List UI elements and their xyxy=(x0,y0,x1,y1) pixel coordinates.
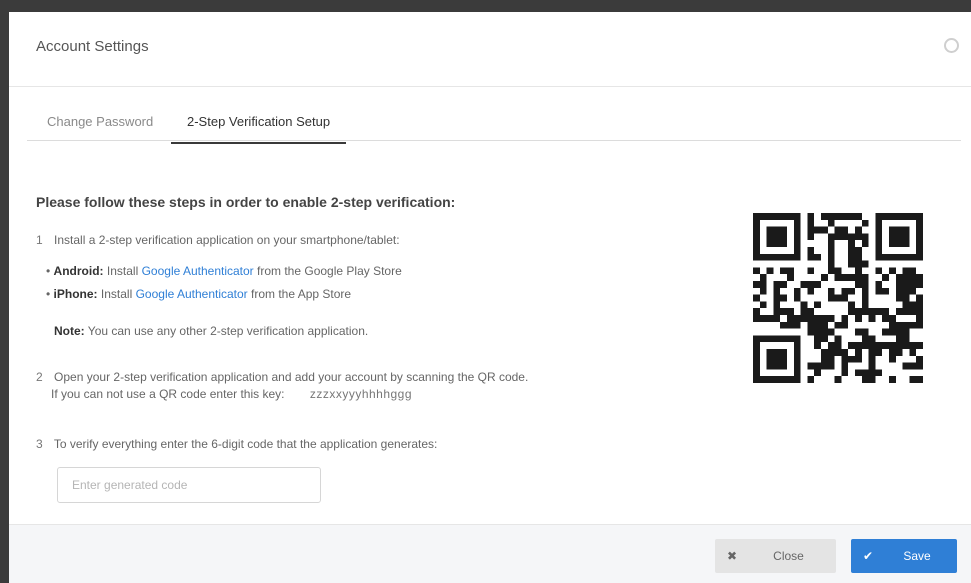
dialog-title: Account Settings xyxy=(36,38,149,55)
background-strip-left xyxy=(0,0,9,582)
close-circle-icon[interactable] xyxy=(944,38,959,53)
step-2: 2 Open your 2-step verification applicat… xyxy=(36,369,528,403)
step-1-text: Install a 2-step verification applicatio… xyxy=(54,233,400,247)
tab-change-password[interactable]: Change Password xyxy=(47,114,153,143)
step-2-number: 2 xyxy=(36,370,43,384)
step-1: 1 Install a 2-step verification applicat… xyxy=(36,233,400,247)
platform-label: Android: xyxy=(53,264,104,278)
account-settings-dialog: Account Settings Change Password 2-Step … xyxy=(9,12,971,583)
dialog-footer: ✖ Close ✔ Save xyxy=(9,524,971,583)
verification-content: Please follow these steps in order to en… xyxy=(36,194,716,514)
dialog-header: Account Settings xyxy=(9,12,971,87)
close-button-label: Close xyxy=(773,549,804,563)
app-list: • Android: Install Google Authenticator … xyxy=(46,264,402,310)
step-3-number: 3 xyxy=(36,437,43,451)
list-item: • Android: Install Google Authenticator … xyxy=(46,264,402,278)
x-icon: ✖ xyxy=(726,549,738,563)
save-button-label: Save xyxy=(903,549,931,563)
note-text: Note: You can use any other 2-step verif… xyxy=(54,324,369,338)
tab-2-step-verification-setup[interactable]: 2-Step Verification Setup xyxy=(171,114,347,144)
settings-tabs: Change Password 2-Step Verification Setu… xyxy=(27,106,961,144)
step-3-text: To verify everything enter the 6-digit c… xyxy=(53,437,438,451)
step-2-key-label: If you can not use a QR code enter this … xyxy=(51,387,285,401)
step-1-number: 1 xyxy=(36,233,43,247)
platform-label: iPhone: xyxy=(53,287,98,301)
verification-code-input[interactable] xyxy=(57,467,321,503)
close-button[interactable]: ✖ Close xyxy=(715,539,836,573)
note-label: Note: xyxy=(54,324,85,338)
secret-key: zzzxxyyyhhhhggg xyxy=(309,387,413,401)
background-strip-top xyxy=(0,0,971,12)
instructions-heading: Please follow these steps in order to en… xyxy=(36,194,456,210)
check-icon: ✔ xyxy=(862,549,874,563)
google-authenticator-link-iphone[interactable]: Google Authenticator xyxy=(136,287,248,301)
step-3: 3 To verify everything enter the 6-digit… xyxy=(36,437,437,451)
qr-code xyxy=(753,209,923,387)
list-item: • iPhone: Install Google Authenticator f… xyxy=(46,287,352,301)
step-2-text: Open your 2-step verification applicatio… xyxy=(54,370,529,384)
save-button[interactable]: ✔ Save xyxy=(851,539,957,573)
google-authenticator-link-android[interactable]: Google Authenticator xyxy=(142,264,254,278)
